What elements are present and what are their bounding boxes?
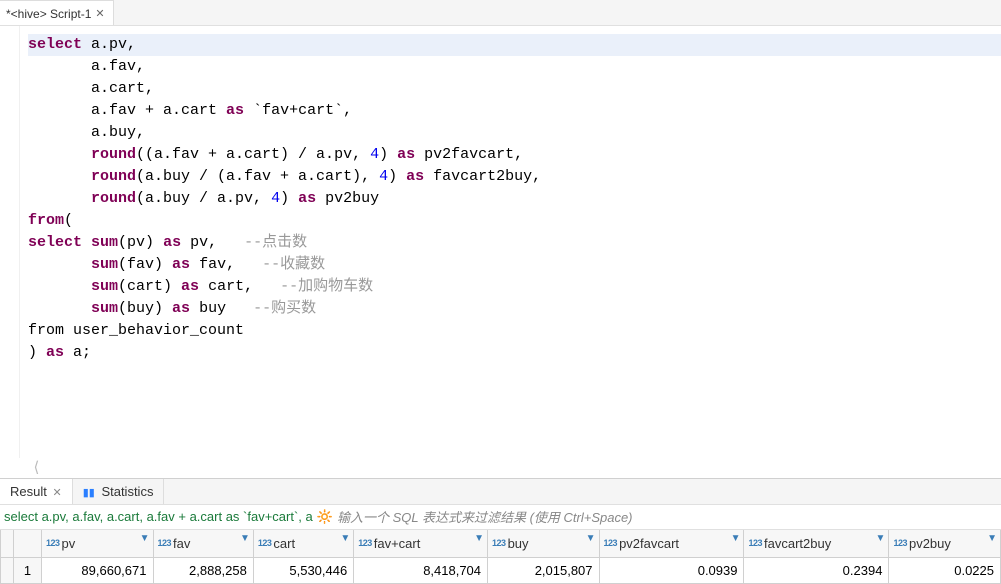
filter-input[interactable]: 输入一个 SQL 表达式来过滤结果 (使用 Ctrl+Space) (337, 507, 633, 526)
scroll-left-icon: ⟨ (0, 458, 1001, 478)
filter-icon[interactable]: ▼ (987, 533, 997, 544)
column-header[interactable]: 123pv2favcart ▼ (599, 530, 744, 558)
tab-statistics-label: Statistics (101, 484, 153, 499)
filter-icon[interactable]: 🔆 (313, 509, 337, 525)
left-gutter (0, 26, 20, 458)
column-name: fav+cart (374, 536, 421, 551)
cell[interactable]: 0.0225 (889, 558, 1001, 584)
column-name: pv2favcart (619, 536, 679, 551)
type-icon: 123 (604, 538, 618, 548)
filter-icon[interactable]: ▼ (240, 533, 250, 544)
cell[interactable]: 89,660,671 (42, 558, 154, 584)
column-name: favcart2buy (764, 536, 831, 551)
cell[interactable]: 0.2394 (744, 558, 889, 584)
tab-result[interactable]: Result ✕ (0, 479, 73, 504)
column-header[interactable]: 123pv2buy ▼ (889, 530, 1001, 558)
filter-icon[interactable]: ▼ (474, 533, 484, 544)
code-line: select a.pv, (28, 34, 1001, 56)
type-icon: 123 (492, 538, 506, 548)
code-line: select sum(pv) as pv, --点击数 (28, 232, 1001, 254)
editor-tabbar: *<hive> Script-1 ✕ (0, 0, 1001, 26)
close-icon[interactable]: ✕ (52, 487, 61, 499)
code-line: ) as a; (28, 342, 1001, 364)
cell[interactable]: 5,530,446 (253, 558, 353, 584)
tab-statistics[interactable]: ▮▮ Statistics (73, 479, 165, 504)
column-name: cart (273, 536, 295, 551)
column-name: buy (508, 536, 529, 551)
cell[interactable]: 2,888,258 (153, 558, 253, 584)
column-header[interactable]: 123fav+cart ▼ (354, 530, 488, 558)
results-tabbar: Result ✕ ▮▮ Statistics (0, 478, 1001, 504)
rownum-header (14, 530, 42, 558)
code-line: from( (28, 210, 1001, 232)
code-line: sum(fav) as fav, --收藏数 (28, 254, 1001, 276)
tab-result-label: Result (10, 484, 47, 499)
code-line: a.cart, (28, 78, 1001, 100)
cell[interactable]: 8,418,704 (354, 558, 488, 584)
code-line: sum(cart) as cart, --加购物车数 (28, 276, 1001, 298)
grid-corner (1, 530, 14, 558)
code-line: a.fav, (28, 56, 1001, 78)
code-line: from user_behavior_count (28, 320, 1001, 342)
code-line: a.fav + a.cart as `fav+cart`, (28, 100, 1001, 122)
type-icon: 123 (258, 538, 272, 548)
row-number: 1 (14, 558, 42, 584)
sql-editor[interactable]: select a.pv, a.fav, a.cart, a.fav + a.ca… (20, 26, 1001, 458)
filter-icon[interactable]: ▼ (876, 533, 886, 544)
column-header[interactable]: 123pv ▼ (42, 530, 154, 558)
cell[interactable]: 2,015,807 (488, 558, 600, 584)
type-icon: 123 (358, 538, 372, 548)
code-line: sum(buy) as buy --购买数 (28, 298, 1001, 320)
tab-title: *<hive> Script-1 (6, 7, 91, 21)
close-icon[interactable]: ✕ (95, 7, 104, 20)
column-name: pv2buy (909, 536, 951, 551)
column-header[interactable]: 123cart ▼ (253, 530, 353, 558)
filter-icon[interactable]: ▼ (586, 533, 596, 544)
filter-icon[interactable]: ▼ (140, 533, 150, 544)
column-header[interactable]: 123fav ▼ (153, 530, 253, 558)
editor-tab[interactable]: *<hive> Script-1 ✕ (0, 0, 114, 25)
statistics-icon: ▮▮ (83, 487, 95, 499)
results-grid: 123pv▼123fav▼123cart▼123fav+cart▼123buy▼… (0, 530, 1001, 584)
code-line: round(a.buy / (a.fav + a.cart), 4) as fa… (28, 166, 1001, 188)
column-name: pv (62, 536, 76, 551)
type-icon: 123 (748, 538, 762, 548)
code-line: a.buy, (28, 122, 1001, 144)
type-icon: 123 (158, 538, 172, 548)
cell[interactable]: 0.0939 (599, 558, 744, 584)
column-name: fav (173, 536, 190, 551)
type-icon: 123 (46, 538, 60, 548)
type-icon: 123 (893, 538, 907, 548)
code-line: round(a.buy / a.pv, 4) as pv2buy (28, 188, 1001, 210)
filter-icon[interactable]: ▼ (340, 533, 350, 544)
row-marker (1, 558, 14, 584)
column-header[interactable]: 123favcart2buy ▼ (744, 530, 889, 558)
grid-header-row: 123pv▼123fav▼123cart▼123fav+cart▼123buy▼… (1, 530, 1001, 558)
editor-area: select a.pv, a.fav, a.cart, a.fav + a.ca… (0, 26, 1001, 458)
filter-row: select a.pv, a.fav, a.cart, a.fav + a.ca… (0, 504, 1001, 530)
column-header[interactable]: 123buy ▼ (488, 530, 600, 558)
code-line: round((a.fav + a.cart) / a.pv, 4) as pv2… (28, 144, 1001, 166)
filter-icon[interactable]: ▼ (731, 533, 741, 544)
table-row[interactable]: 189,660,6712,888,2585,530,4468,418,7042,… (1, 558, 1001, 584)
sql-preview: select a.pv, a.fav, a.cart, a.fav + a.ca… (0, 509, 313, 524)
